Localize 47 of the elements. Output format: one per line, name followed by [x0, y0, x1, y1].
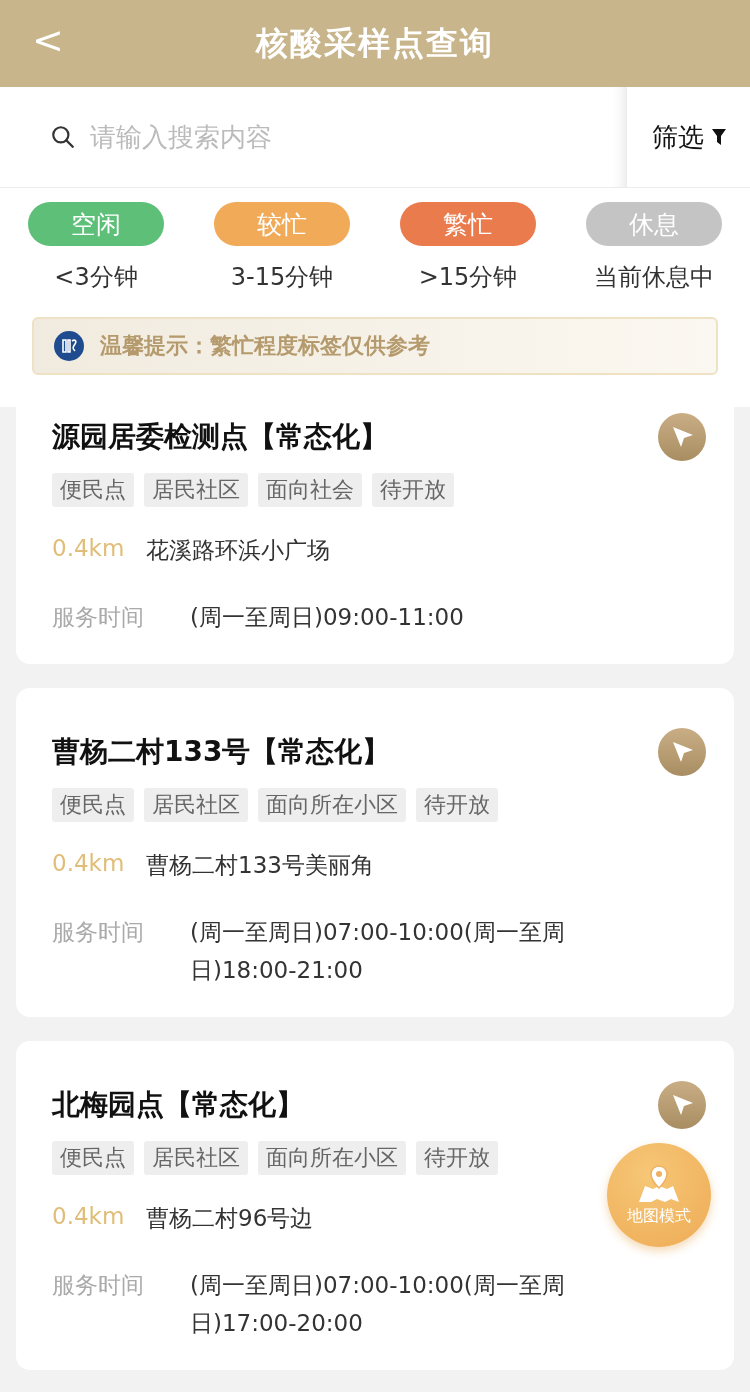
service-hours: (周一至周日)07:00-10:00(周一至周日)18:00-21:00	[190, 918, 566, 985]
distance: 0.4km	[52, 535, 126, 561]
tag: 待开放	[416, 1141, 498, 1175]
navigate-button[interactable]	[658, 1081, 706, 1129]
tag: 居民社区	[144, 473, 248, 507]
status-badge: 繁忙	[400, 202, 536, 246]
address: 曹杨二村96号边	[146, 1204, 314, 1233]
site-name: 曹杨二村133号【常态化】	[52, 734, 391, 770]
tag: 便民点	[52, 788, 134, 822]
site-card[interactable]: 源园居委检测点【常态化】 便民点 居民社区 面向社会 待开放 0.4km 花溪路环浜小广场 服务时间 (周一至周日)09:00-11:00	[16, 407, 734, 664]
site-name: 源园居委检测点【常态化】	[52, 419, 388, 455]
hours-label: 服务时间	[52, 918, 145, 947]
status-badge: 较忙	[214, 202, 350, 246]
site-name: 北梅园点【常态化】	[52, 1087, 304, 1123]
logo-icon	[54, 331, 84, 361]
page-title: 核酸采样点查询	[256, 22, 494, 64]
site-card[interactable]: 曹杨二村133号【常态化】 便民点 居民社区 面向所在小区 待开放 0.4km 曹杨二村133号美丽角 服务时间 (周一至周日)07:00-10:00(周一至周日)18:00-21:00	[16, 688, 734, 1017]
tag: 居民社区	[144, 788, 248, 822]
tag: 待开放	[416, 788, 498, 822]
tag: 便民点	[52, 473, 134, 507]
distance: 0.4km	[52, 1203, 126, 1229]
search-field[interactable]: 请输入搜索内容	[88, 121, 488, 153]
status-description: >15分钟	[418, 262, 518, 293]
navigate-button[interactable]	[658, 413, 706, 461]
navigate-button[interactable]	[658, 728, 706, 776]
hours-label: 服务时间	[52, 603, 145, 632]
status-badge: 休息	[586, 202, 722, 246]
status-description: 当前休息中	[594, 262, 714, 293]
tag: 待开放	[372, 473, 454, 507]
tag: 便民点	[52, 1141, 134, 1175]
service-hours: (周一至周日)09:00-11:00	[190, 603, 465, 632]
tag: 居民社区	[144, 1141, 248, 1175]
address: 曹杨二村133号美丽角	[146, 851, 374, 880]
tag: 面向所在小区	[258, 1141, 406, 1175]
status-description: 3-15分钟	[230, 262, 334, 293]
status-description: <3分钟	[54, 262, 138, 293]
notice-text: 温馨提示：繁忙程度标签仅供参考	[100, 332, 430, 360]
tag: 面向所在小区	[258, 788, 406, 822]
distance: 0.4km	[52, 850, 126, 876]
address: 花溪路环浜小广场	[146, 536, 330, 565]
status-badge: 空闲	[28, 202, 164, 246]
tag: 面向社会	[258, 473, 362, 507]
search-icon	[50, 124, 76, 150]
filter-icon	[711, 129, 726, 145]
service-hours: (周一至周日)07:00-10:00(周一至周日)17:00-20:00	[190, 1271, 566, 1338]
map-pin-icon	[637, 1163, 681, 1204]
hours-label: 服务时间	[52, 1271, 145, 1300]
